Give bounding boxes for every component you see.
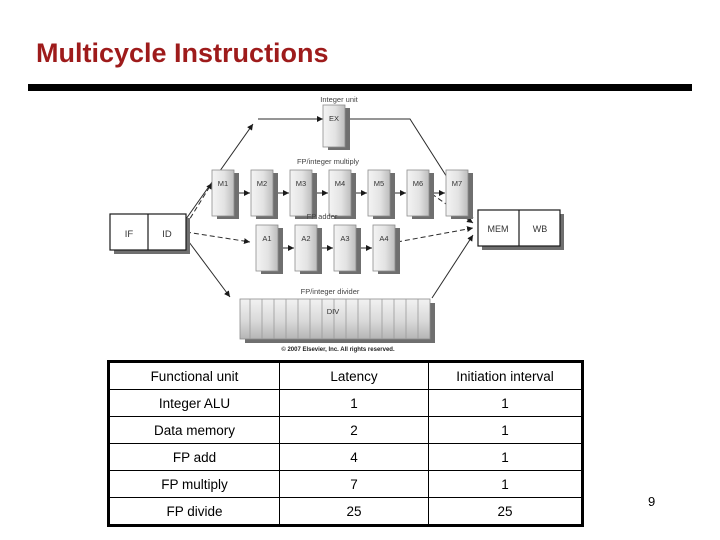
table-row: FP multiply 7 1 xyxy=(108,470,584,498)
cell-latency: 7 xyxy=(278,470,429,498)
svg-text:FP adder: FP adder xyxy=(307,212,338,221)
cell-functional-unit: Data memory xyxy=(108,416,280,444)
cell-latency: 2 xyxy=(278,416,429,444)
cell-latency: 4 xyxy=(278,443,429,471)
pipeline-diagram: IF ID Integer unit EX FP/integer multipl… xyxy=(90,92,590,354)
column-header-latency: Latency xyxy=(278,361,429,390)
svg-text:M4: M4 xyxy=(335,179,345,188)
svg-text:A1: A1 xyxy=(262,234,271,243)
cell-functional-unit: Integer ALU xyxy=(108,389,280,417)
page-number: 9 xyxy=(648,494,656,509)
cell-initiation-interval: 1 xyxy=(427,443,584,471)
svg-text:© 2007 Elsevier, Inc. All righ: © 2007 Elsevier, Inc. All rights reserve… xyxy=(281,346,395,353)
table-header-row: Functional unit Latency Initiation inter… xyxy=(108,361,584,390)
column-header-functional-unit: Functional unit xyxy=(108,361,280,390)
svg-text:FP/integer divider: FP/integer divider xyxy=(301,287,360,296)
svg-text:M5: M5 xyxy=(374,179,384,188)
cell-initiation-interval: 25 xyxy=(427,497,584,526)
svg-text:DIV: DIV xyxy=(327,307,340,316)
column-header-initiation-interval: Initiation interval xyxy=(427,361,584,390)
svg-text:A4: A4 xyxy=(379,234,388,243)
svg-text:M1: M1 xyxy=(218,179,228,188)
svg-text:M2: M2 xyxy=(257,179,267,188)
svg-text:ID: ID xyxy=(162,229,172,240)
cell-functional-unit: FP add xyxy=(108,443,280,471)
table-row: Integer ALU 1 1 xyxy=(108,389,584,417)
cell-latency: 1 xyxy=(278,389,429,417)
svg-text:M3: M3 xyxy=(296,179,306,188)
svg-text:IF: IF xyxy=(125,229,134,240)
svg-text:MEM: MEM xyxy=(488,224,509,234)
integer-unit-group: Integer unit EX xyxy=(320,95,359,150)
title-divider xyxy=(28,84,692,91)
table-row: FP divide 25 25 xyxy=(108,497,584,526)
page-title: Multicycle Instructions xyxy=(36,38,329,68)
svg-text:A2: A2 xyxy=(301,234,310,243)
fp-integer-multiply-group: FP/integer multiply M1 M2 M3 M4 M5 M6 M7 xyxy=(211,157,473,219)
front-end-stages: IF ID xyxy=(109,213,190,254)
cell-latency: 25 xyxy=(278,497,429,526)
svg-text:EX: EX xyxy=(329,114,339,123)
table-row: FP add 4 1 xyxy=(108,443,584,471)
back-end-stages: MEM WB xyxy=(477,209,564,250)
fp-integer-divider-group: FP/integer divider DIV xyxy=(239,287,435,343)
latency-table: Functional unit Latency Initiation inter… xyxy=(107,360,584,527)
fp-adder-group: FP adder A1 A2 A3 A4 xyxy=(255,212,400,274)
svg-text:Integer unit: Integer unit xyxy=(320,95,358,104)
cell-functional-unit: FP multiply xyxy=(108,470,280,498)
cell-initiation-interval: 1 xyxy=(427,470,584,498)
svg-text:M7: M7 xyxy=(452,179,462,188)
cell-initiation-interval: 1 xyxy=(427,416,584,444)
svg-text:WB: WB xyxy=(533,224,548,234)
cell-functional-unit: FP divide xyxy=(108,497,280,526)
svg-text:M6: M6 xyxy=(413,179,423,188)
table-row: Data memory 2 1 xyxy=(108,416,584,444)
svg-text:A3: A3 xyxy=(340,234,349,243)
svg-text:FP/integer multiply: FP/integer multiply xyxy=(297,157,359,166)
cell-initiation-interval: 1 xyxy=(427,389,584,417)
